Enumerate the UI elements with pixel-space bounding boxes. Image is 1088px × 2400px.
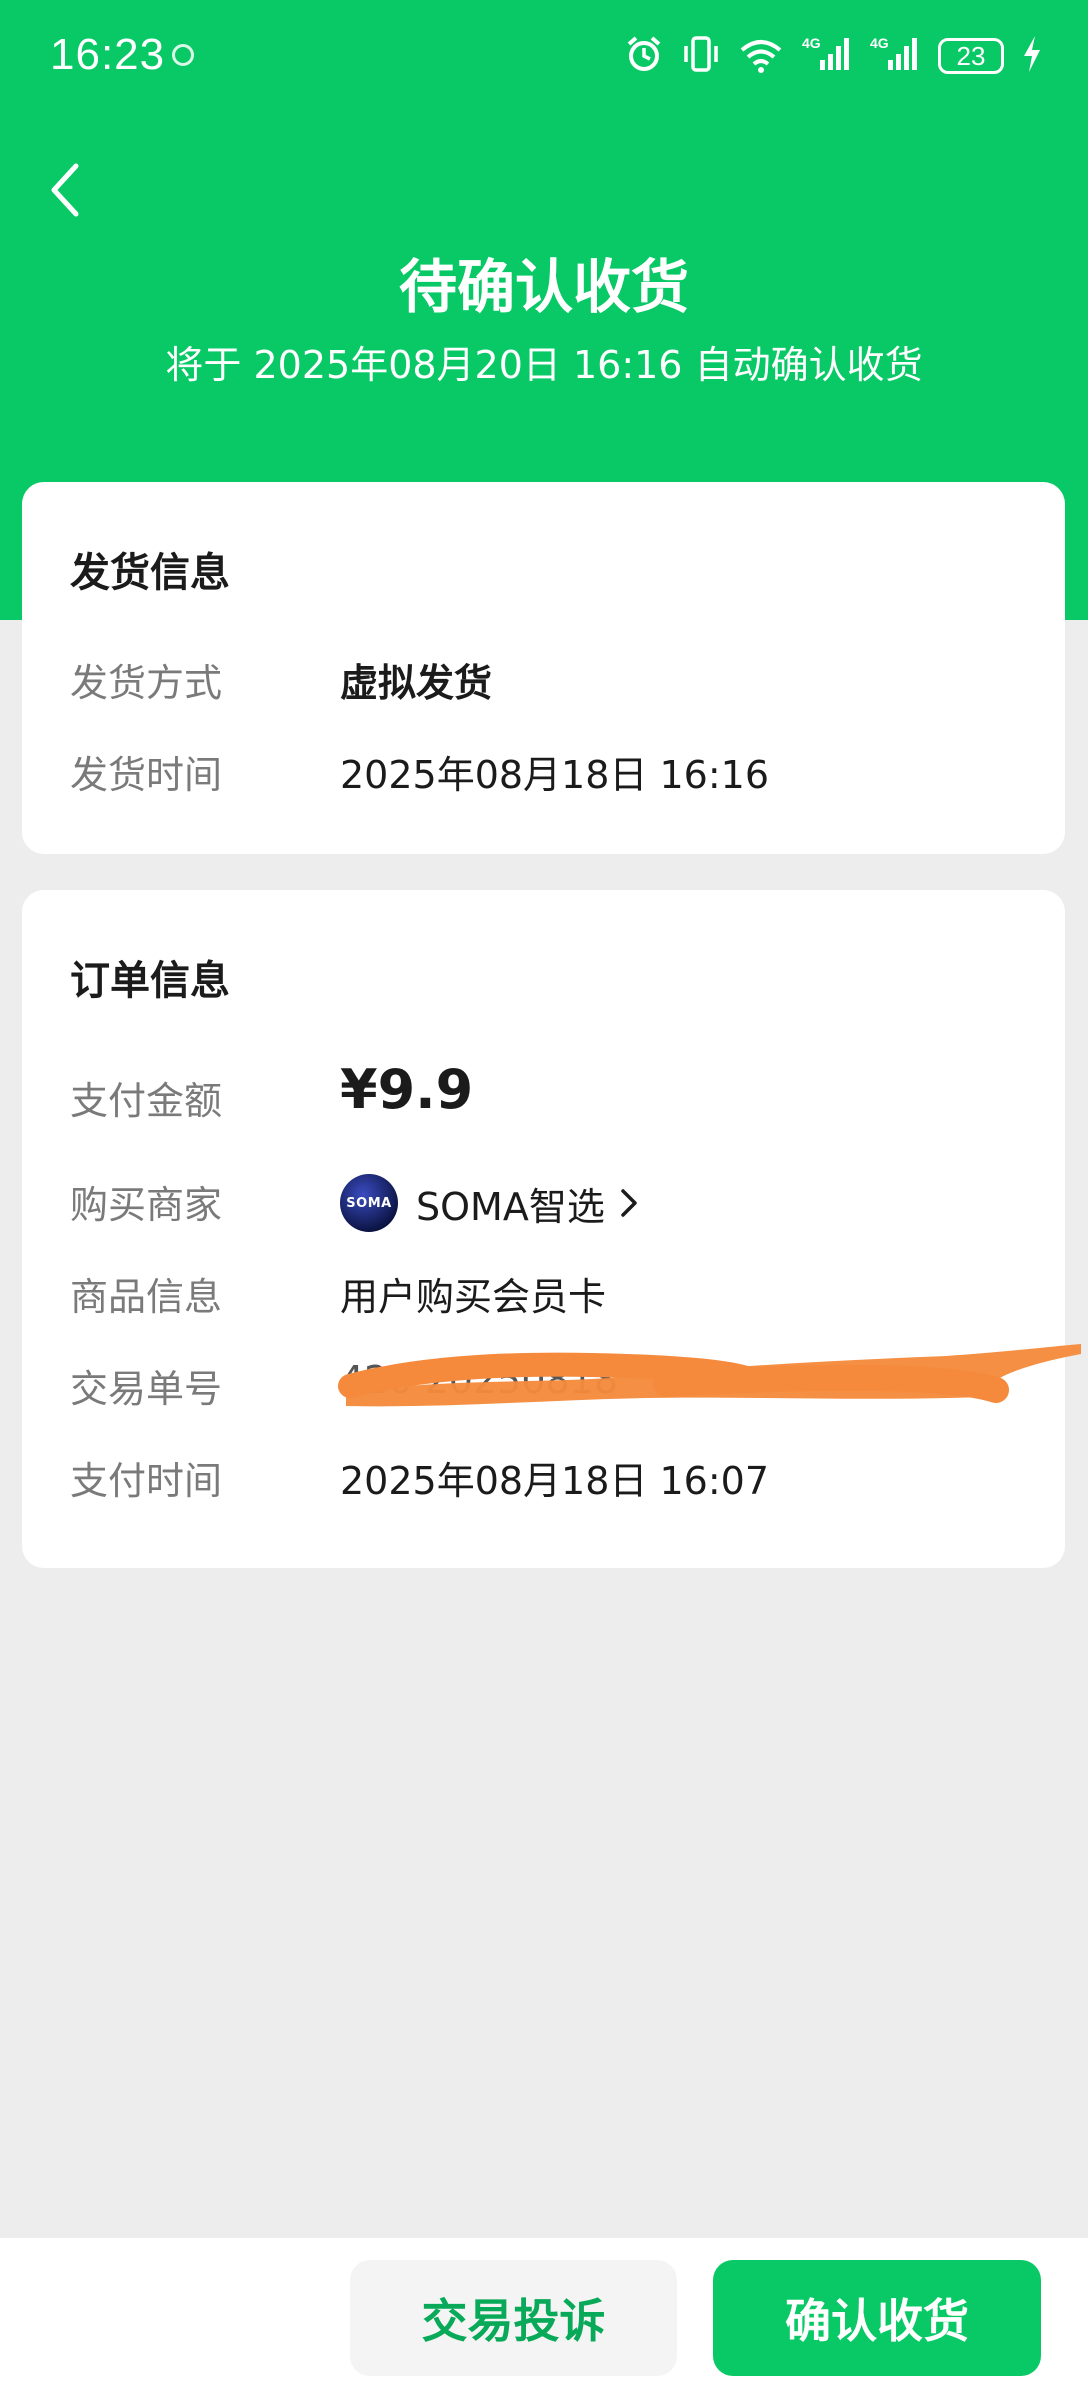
network-type-1: 4G — [802, 35, 821, 51]
product-label: 商品信息 — [70, 1275, 223, 1319]
pay-time-label: 支付时间 — [70, 1459, 223, 1503]
shipping-time-value: 2025年08月18日 16:16 — [340, 753, 770, 797]
status-bar: 16:23 4G 4G 23 — [0, 0, 1088, 110]
order-info-card: 订单信息 支付金额 ¥9.9 购买商家 SOMA SOMA智选 商品信息 用户购… — [22, 890, 1065, 1568]
chevron-left-icon — [51, 163, 79, 217]
charging-icon — [1022, 36, 1042, 76]
back-button[interactable] — [40, 160, 90, 220]
signal-icon: 4G — [870, 34, 920, 78]
wifi-icon — [738, 34, 784, 78]
payment-amount-label: 支付金额 — [70, 1079, 223, 1123]
complaint-button[interactable]: 交易投诉 — [350, 2260, 677, 2376]
alarm-icon — [624, 34, 664, 78]
status-time: 16:23 — [50, 30, 166, 79]
payment-amount-value: ¥9.9 — [340, 1058, 474, 1121]
product-value: 用户购买会员卡 — [340, 1275, 607, 1319]
bottom-action-bar: 交易投诉 确认收货 — [0, 2238, 1088, 2400]
merchant-link[interactable]: SOMA SOMA智选 — [340, 1174, 639, 1232]
network-type-2: 4G — [870, 35, 889, 51]
status-icons: 4G 4G 23 — [624, 34, 1042, 78]
page-title: 待确认收货 — [398, 253, 689, 321]
shipping-info-card: 发货信息 发货方式 虚拟发货 发货时间 2025年08月18日 16:16 — [22, 482, 1065, 854]
order-card-title: 订单信息 — [70, 958, 230, 1004]
redaction-scribble — [338, 1344, 1081, 1407]
shipping-time-label: 发货时间 — [70, 753, 223, 797]
confirm-receipt-button[interactable]: 确认收货 — [713, 2260, 1041, 2376]
signal-icon: 4G — [802, 34, 852, 78]
battery-icon: 23 — [938, 38, 1004, 74]
auto-confirm-notice: 将于 2025年08月20日 16:16 自动确认收货 — [165, 343, 923, 387]
shipping-method-value: 虚拟发货 — [340, 661, 493, 705]
merchant-name: SOMA智选 — [416, 1184, 605, 1229]
vibrate-icon — [682, 34, 720, 78]
chevron-right-icon — [619, 1188, 639, 1218]
shipping-card-title: 发货信息 — [70, 550, 230, 596]
pay-time-value: 2025年08月18日 16:07 — [340, 1459, 770, 1503]
notification-dot-icon — [172, 44, 194, 66]
transaction-number-label: 交易单号 — [70, 1367, 223, 1411]
merchant-label: 购买商家 — [70, 1183, 223, 1227]
merchant-logo: SOMA — [340, 1174, 398, 1232]
shipping-method-label: 发货方式 — [70, 661, 223, 705]
